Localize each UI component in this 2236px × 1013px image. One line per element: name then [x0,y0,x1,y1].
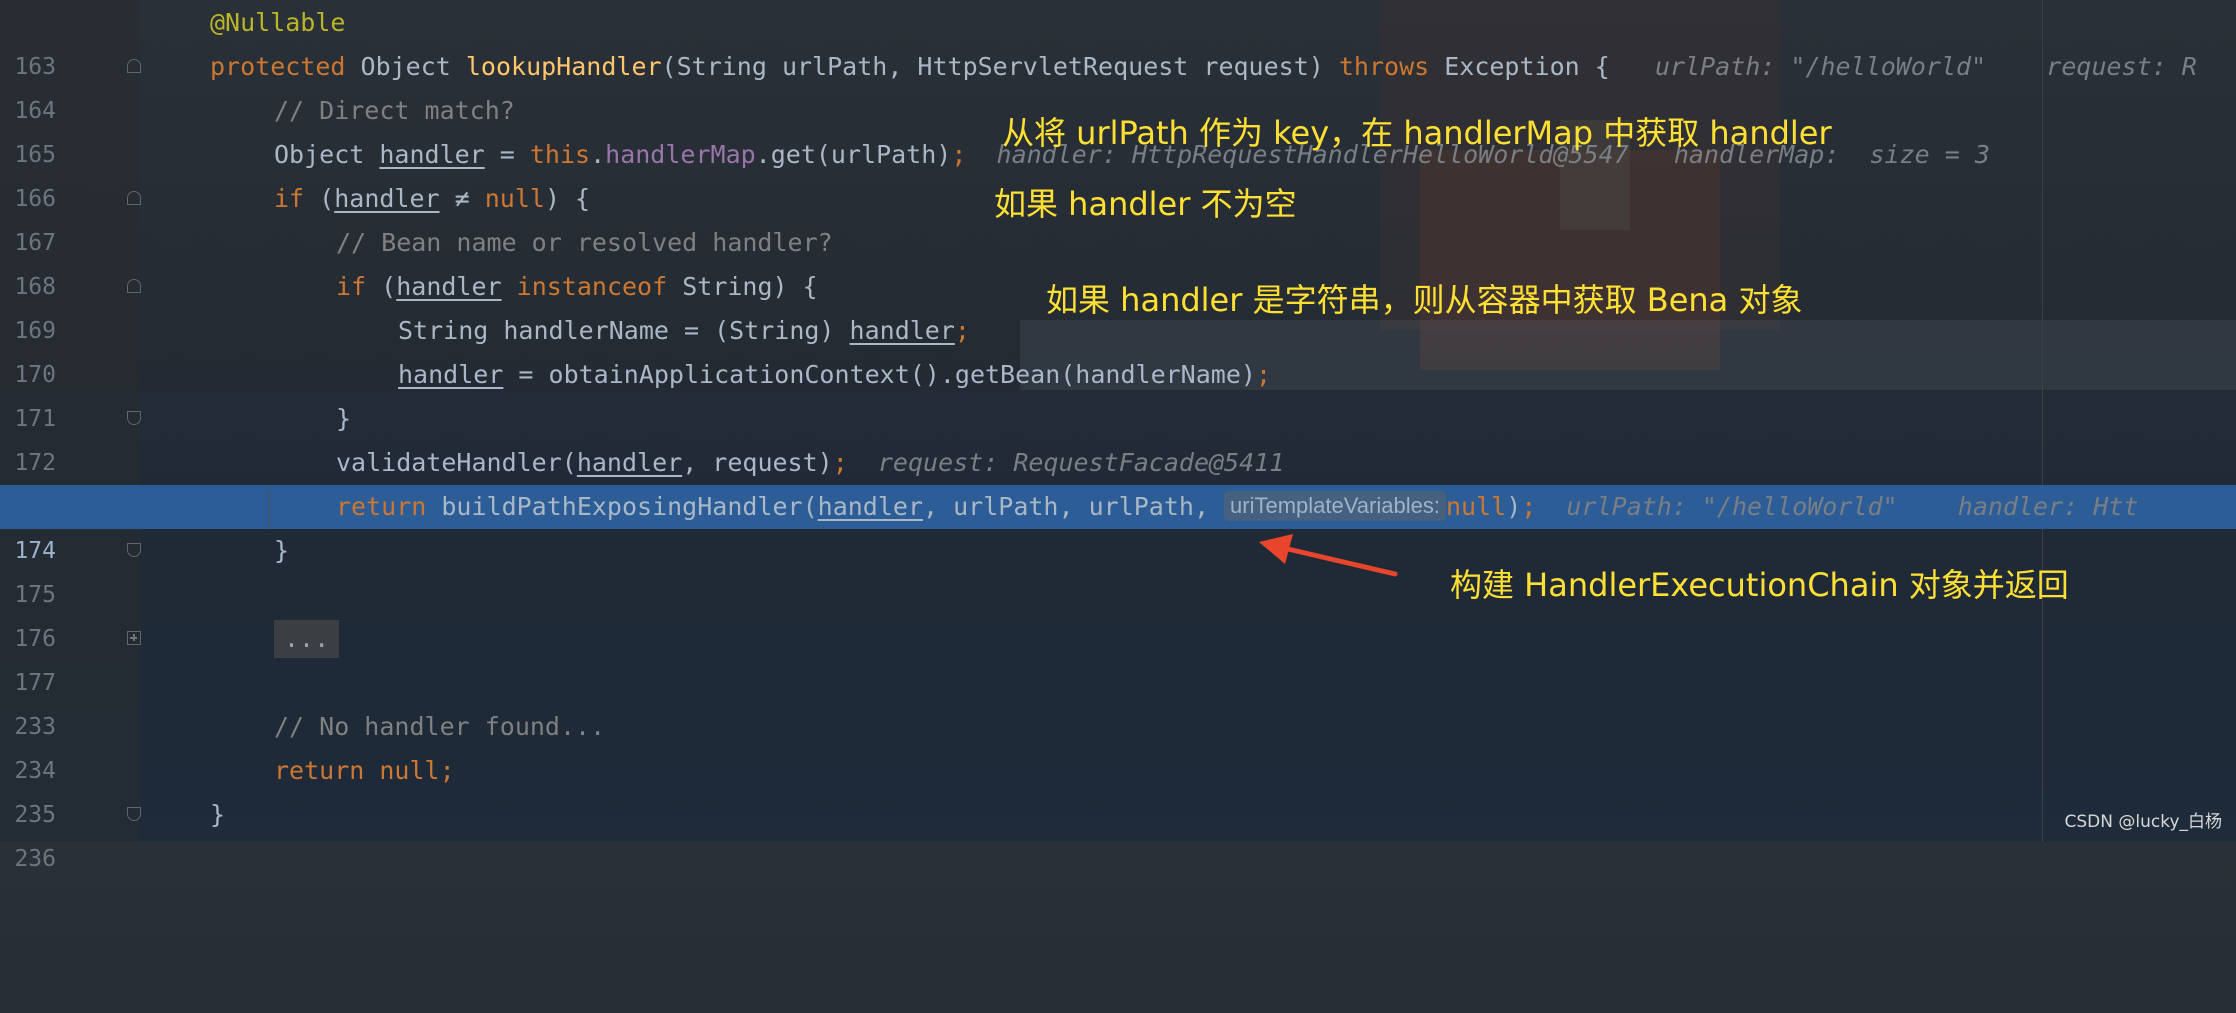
code-line[interactable]: 164 protected Object lookupHandler(Strin… [0,45,2236,124]
inline-debug-hint: urlPath: "/helloWorld" [1566,492,1898,521]
fold-toggle-icon[interactable] [127,543,141,557]
fold-toggle-icon[interactable] [127,191,141,205]
indent-guide [268,485,269,529]
inline-debug-hint: handler: Htt [1957,492,2139,521]
code-line[interactable]: 168 // Bean name or resolved handler? [0,221,2236,300]
collapsed-code-region[interactable]: ... [274,620,340,658]
note-handler-not-null: 如果 handler 不为空 [994,185,1297,223]
parameter-name-hint: uriTemplateVariables: [1224,491,1446,521]
code-line[interactable]: 177 ... [0,617,2236,696]
code-line[interactable]: 171 handler = obtainApplicationContext()… [0,353,2236,432]
code-line[interactable]: 235 return null; [0,749,2236,828]
inline-debug-hint: urlPath: "/helloWorld" [1654,52,1987,81]
code-comment: // Bean name or resolved handler? [336,228,833,257]
expand-fold-icon[interactable] [127,631,141,645]
current-execution-line[interactable]: 174 return buildPathExposingHandler(hand… [0,485,2236,564]
note-lookup-by-key: 从将 urlPath 作为 key，在 handlerMap 中获取 handl… [1002,114,1832,152]
code-comment: // Direct match? [274,96,515,125]
fold-toggle-icon[interactable] [127,279,141,293]
fold-toggle-icon[interactable] [127,411,141,425]
code-line[interactable]: 234 // No handler found... [0,705,2236,784]
code-line[interactable]: 236 } [0,793,2236,872]
inline-debug-hint: request: R [2046,52,2197,81]
inline-debug-hint: request: RequestFacade@5411 [877,448,1285,477]
line-number: 236 [14,846,56,872]
code-line[interactable]: 163 @Nullable [0,1,2236,80]
code-comment: // No handler found... [274,712,606,741]
note-handler-is-string: 如果 handler 是字符串，则从容器中获取 Bena 对象 [1046,281,1803,319]
fold-toggle-icon[interactable] [127,59,141,73]
red-arrow-icon [1259,534,1398,577]
fold-toggle-icon[interactable] [127,807,141,821]
code-line[interactable]: 173 validateHandler(handler, request); r… [0,441,2236,520]
code-line[interactable]: 172 } [0,397,2236,476]
note-build-chain: 构建 HandlerExecutionChain 对象并返回 [1450,566,2069,604]
watermark: CSDN @lucky_白杨 [2064,812,2222,832]
code-line[interactable]: 233 [0,661,2236,740]
